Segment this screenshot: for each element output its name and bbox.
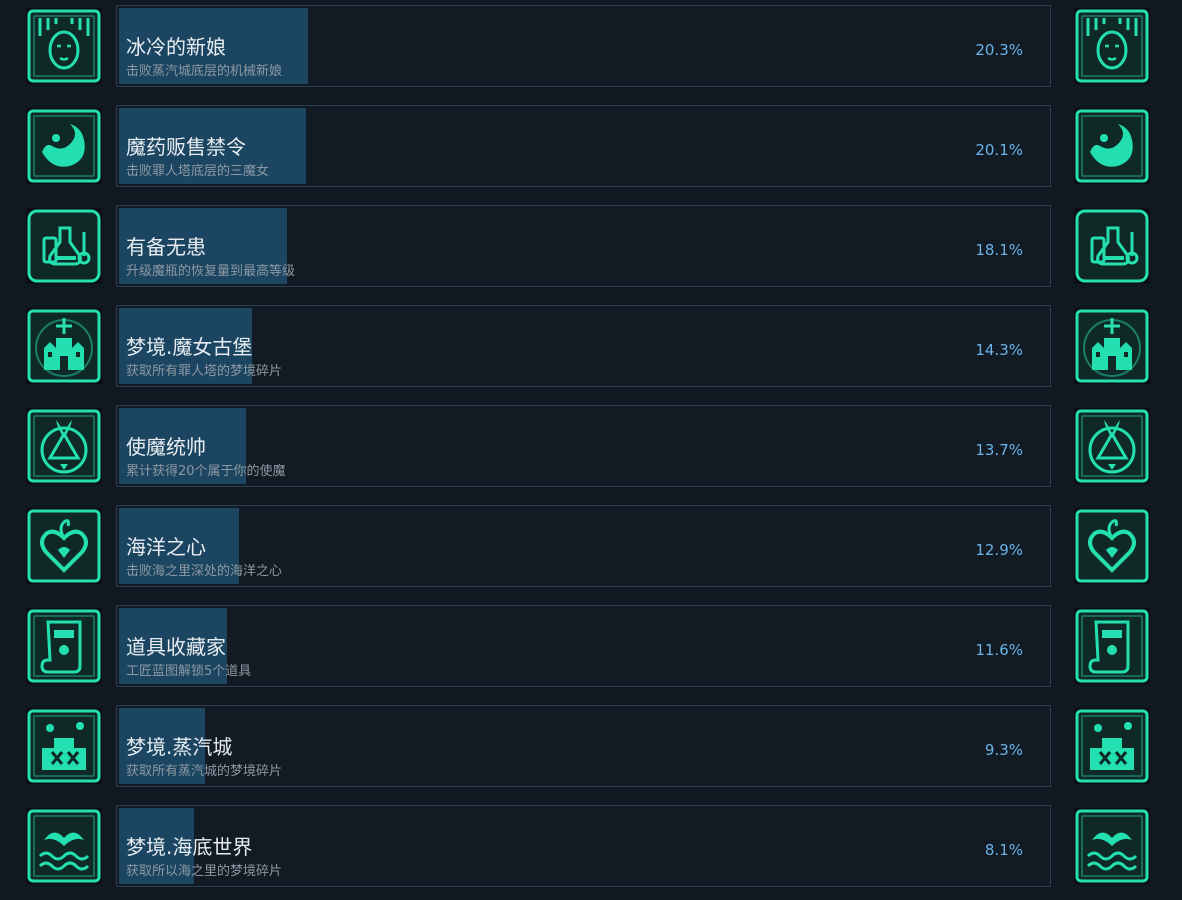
achievement-row[interactable]: 有备无患 升级魔瓶的恢复量到最高等级 18.1% <box>0 205 1182 287</box>
achievement-card: 魔药贩售禁令 击败罪人塔底层的三魔女 20.1% <box>116 105 1051 187</box>
summoning-circle-icon <box>26 408 102 484</box>
unlock-percentage: 13.7% <box>975 441 1023 459</box>
swirl-potion-icon <box>26 108 102 184</box>
achievement-description: 击败蒸汽城底层的机械新娘 <box>126 64 283 79</box>
castle-icon <box>1074 308 1150 384</box>
achievement-row[interactable]: 魔药贩售禁令 击败罪人塔底层的三魔女 20.1% <box>0 105 1182 187</box>
achievement-title: 有备无患 <box>126 235 206 259</box>
swirl-potion-icon <box>1074 108 1150 184</box>
achievement-description: 获取所以海之里的梦境碎片 <box>126 864 283 879</box>
achievement-title: 道具收藏家 <box>126 635 226 659</box>
bride-mask-icon <box>26 8 102 84</box>
unlock-percentage: 14.3% <box>975 341 1023 359</box>
achievement-row[interactable]: 使魔统帅 累计获得20个属于你的使魔 13.7% <box>0 405 1182 487</box>
heart-icon <box>26 508 102 584</box>
achievement-description: 击败罪人塔底层的三魔女 <box>126 164 270 179</box>
sea-waves-icon <box>26 808 102 884</box>
achievement-row[interactable]: 海洋之心 击败海之里深处的海洋之心 12.9% <box>0 505 1182 587</box>
achievement-card: 海洋之心 击败海之里深处的海洋之心 12.9% <box>116 505 1051 587</box>
achievement-title: 梦境.魔女古堡 <box>126 335 253 359</box>
bride-mask-icon <box>1074 8 1150 84</box>
achievement-description: 获取所有蒸汽城的梦境碎片 <box>126 764 283 779</box>
scroll-icon <box>26 608 102 684</box>
achievement-title: 梦境.海底世界 <box>126 835 253 859</box>
unlock-percentage: 12.9% <box>975 541 1023 559</box>
castle-icon <box>26 308 102 384</box>
achievement-title: 冰冷的新娘 <box>126 35 226 59</box>
achievement-description: 累计获得20个属于你的使魔 <box>126 464 286 479</box>
achievement-card: 冰冷的新娘 击败蒸汽城底层的机械新娘 20.3% <box>116 5 1051 87</box>
achievement-description: 升级魔瓶的恢复量到最高等级 <box>126 264 296 279</box>
scroll-icon <box>1074 608 1150 684</box>
achievement-row[interactable]: 道具收藏家 工匠蓝图解锁5个道具 11.6% <box>0 605 1182 687</box>
achievement-card: 有备无患 升级魔瓶的恢复量到最高等级 18.1% <box>116 205 1051 287</box>
achievement-row[interactable]: 冰冷的新娘 击败蒸汽城底层的机械新娘 20.3% <box>0 5 1182 87</box>
achievement-title: 梦境.蒸汽城 <box>126 735 233 759</box>
unlock-percentage: 18.1% <box>975 241 1023 259</box>
achievement-card: 梦境.蒸汽城 获取所有蒸汽城的梦境碎片 9.3% <box>116 705 1051 787</box>
achievement-description: 工匠蓝图解锁5个道具 <box>126 664 252 679</box>
flasks-icon <box>26 208 102 284</box>
unlock-percentage: 20.1% <box>975 141 1023 159</box>
heart-icon <box>1074 508 1150 584</box>
achievement-row[interactable]: 梦境.魔女古堡 获取所有罪人塔的梦境碎片 14.3% <box>0 305 1182 387</box>
summoning-circle-icon <box>1074 408 1150 484</box>
achievement-row[interactable]: 梦境.蒸汽城 获取所有蒸汽城的梦境碎片 9.3% <box>0 705 1182 787</box>
achievement-title: 海洋之心 <box>126 535 206 559</box>
achievement-card: 梦境.魔女古堡 获取所有罪人塔的梦境碎片 14.3% <box>116 305 1051 387</box>
steam-city-icon <box>26 708 102 784</box>
sea-waves-icon <box>1074 808 1150 884</box>
achievement-row[interactable]: 梦境.海底世界 获取所以海之里的梦境碎片 8.1% <box>0 805 1182 887</box>
achievement-list: 冰冷的新娘 击败蒸汽城底层的机械新娘 20.3% 魔药贩售禁令 击败罪人塔底层的… <box>0 0 1182 900</box>
achievement-description: 获取所有罪人塔的梦境碎片 <box>126 364 283 379</box>
unlock-percentage: 20.3% <box>975 41 1023 59</box>
achievement-description: 击败海之里深处的海洋之心 <box>126 564 283 579</box>
achievement-card: 梦境.海底世界 获取所以海之里的梦境碎片 8.1% <box>116 805 1051 887</box>
achievement-title: 使魔统帅 <box>126 435 206 459</box>
unlock-percentage: 9.3% <box>984 741 1023 759</box>
steam-city-icon <box>1074 708 1150 784</box>
flasks-icon <box>1074 208 1150 284</box>
achievement-card: 使魔统帅 累计获得20个属于你的使魔 13.7% <box>116 405 1051 487</box>
achievement-title: 魔药贩售禁令 <box>126 135 246 159</box>
unlock-percentage: 11.6% <box>975 641 1023 659</box>
unlock-percentage: 8.1% <box>984 841 1023 859</box>
achievement-card: 道具收藏家 工匠蓝图解锁5个道具 11.6% <box>116 605 1051 687</box>
